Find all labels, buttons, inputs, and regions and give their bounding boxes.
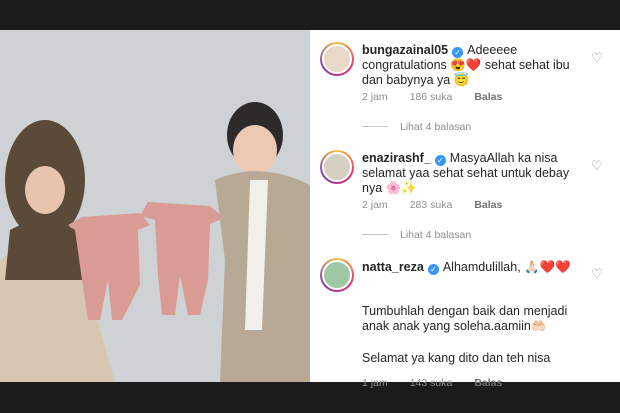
comment-body-paragraph: Tumbuhlah dengan baik dan menjadi anak a…: [362, 304, 568, 333]
comment-likes[interactable]: 283 suka: [410, 199, 453, 211]
couple-photo: [0, 30, 310, 382]
comment-body: Alhamdulillah, 🙏🏻❤️❤️: [442, 260, 571, 274]
replies-divider: [362, 126, 388, 127]
heart-outline-icon[interactable]: ♡: [591, 159, 605, 173]
avatar[interactable]: [320, 42, 354, 76]
avatar[interactable]: [320, 150, 354, 184]
verified-badge-icon: ✓: [427, 264, 439, 275]
photo-illustration: [0, 30, 310, 382]
replies-divider: [362, 234, 388, 235]
reply-button[interactable]: Balas: [474, 91, 502, 103]
view-replies-link[interactable]: Lihat 4 balasan: [362, 229, 471, 241]
heart-outline-icon[interactable]: ♡: [591, 51, 605, 65]
reply-button[interactable]: Balas: [474, 377, 502, 389]
comment-username[interactable]: enazirashf_: [362, 151, 431, 165]
comment-body-paragraph: Selamat ya kang dito dan teh nisa: [362, 351, 551, 365]
view-replies-label[interactable]: Lihat 4 balasan: [400, 229, 471, 241]
comment-time: 1 jam: [362, 377, 388, 389]
comment-meta: 2 jam 186 suka Balas: [362, 91, 524, 103]
comment-text-block: natta_reza ✓ Alhamdulillah, 🙏🏻❤️❤️: [362, 260, 586, 275]
comment-meta: 2 jam 283 suka Balas: [362, 199, 524, 211]
view-replies-link[interactable]: Lihat 4 balasan: [362, 121, 471, 133]
comment-text-block: bungazainal05 ✓ Adeeeee congratulations 😍❤…: [362, 43, 586, 88]
comments-panel: bungazainal05 ✓ Adeeeee congratulations 😍❤…: [310, 30, 620, 389]
comment-likes[interactable]: 143 suka: [410, 377, 453, 389]
avatar[interactable]: [320, 258, 354, 292]
comment-username[interactable]: natta_reza: [362, 260, 424, 274]
view-replies-label[interactable]: Lihat 4 balasan: [400, 121, 471, 133]
comment-username[interactable]: bungazainal05: [362, 43, 448, 57]
reply-button[interactable]: Balas: [474, 199, 502, 211]
comment-likes[interactable]: 186 suka: [410, 91, 453, 103]
heart-outline-icon[interactable]: ♡: [591, 267, 605, 281]
comment-time: 2 jam: [362, 199, 388, 211]
comment-text-block: enazirashf_ ✓ MasyaAllah ka nisa selamat y…: [362, 151, 586, 196]
screenshot-frame: bungazainal05 ✓ Adeeeee congratulations 😍❤…: [0, 30, 620, 389]
verified-badge-icon: ✓: [434, 155, 446, 166]
verified-badge-icon: ✓: [452, 47, 464, 58]
comment-meta: 1 jam 143 suka Balas: [362, 377, 524, 389]
comment-time: 2 jam: [362, 91, 388, 103]
